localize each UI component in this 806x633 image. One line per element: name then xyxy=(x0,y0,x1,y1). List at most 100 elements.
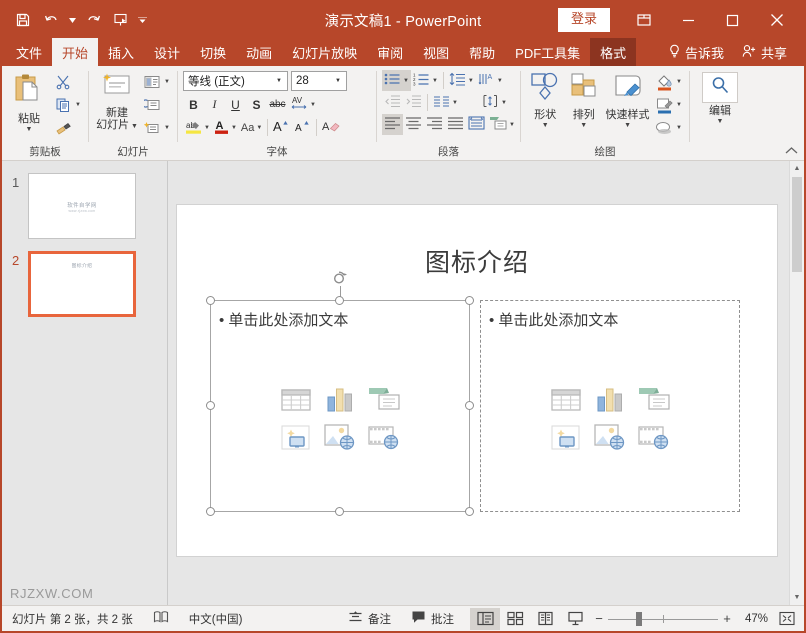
tab-slideshow[interactable]: 幻灯片放映 xyxy=(282,38,367,66)
start-slideshow-icon[interactable] xyxy=(108,7,134,33)
align-center-button[interactable] xyxy=(403,114,424,135)
highlight-dropdown-icon[interactable]: ▼ xyxy=(202,125,210,131)
strikethrough-button[interactable]: abc xyxy=(267,94,288,115)
increase-font-size-button[interactable]: A xyxy=(271,117,292,138)
copy-dropdown-icon[interactable]: ▼ xyxy=(73,102,81,108)
bullets-dropdown-icon[interactable]: ▼ xyxy=(401,78,409,84)
language-label[interactable]: 中文(中国) xyxy=(179,606,253,631)
close-icon[interactable] xyxy=(754,2,800,38)
editing-button[interactable]: 编辑 ▼ xyxy=(697,69,743,125)
align-text-button[interactable]: ▼ xyxy=(480,92,509,113)
undo-icon[interactable] xyxy=(38,7,64,33)
content-placeholder-right[interactable]: • 单击此处添加文本 xyxy=(480,300,740,512)
align-text-dropdown-icon[interactable]: ▼ xyxy=(499,100,507,106)
decrease-indent-button[interactable] xyxy=(382,92,403,113)
new-slide-dropdown-icon[interactable]: ▼ xyxy=(129,123,138,130)
font-color-dropdown-icon[interactable]: ▼ xyxy=(229,125,237,131)
share-button[interactable]: 共享 xyxy=(733,43,796,62)
list-item[interactable]: 1 软件自学网 www.rjzxw.com xyxy=(2,173,167,239)
collapse-ribbon-icon[interactable] xyxy=(785,146,798,157)
tab-home[interactable]: 开始 xyxy=(52,38,98,66)
paste-button[interactable]: 粘贴 ▼ xyxy=(7,69,51,133)
normal-view-icon[interactable] xyxy=(470,608,500,630)
resize-handle-se[interactable] xyxy=(465,507,474,516)
save-icon[interactable] xyxy=(10,7,36,33)
fit-slide-to-window-icon[interactable] xyxy=(774,608,800,630)
shape-outline-button[interactable]: ▼ xyxy=(652,94,684,116)
shape-effects-button[interactable]: ▼ xyxy=(652,117,684,139)
numbering-button[interactable]: 123 ▼ xyxy=(411,70,440,91)
arrange-dropdown-icon[interactable]: ▼ xyxy=(580,122,587,129)
cut-button[interactable] xyxy=(51,71,83,93)
list-item[interactable]: 2 图标介绍 xyxy=(2,251,167,317)
insert-video-online-icon[interactable] xyxy=(364,421,404,455)
paste-dropdown-icon[interactable]: ▼ xyxy=(26,126,33,133)
reset-button[interactable] xyxy=(140,94,172,116)
align-right-button[interactable] xyxy=(424,114,445,135)
section-dropdown-icon[interactable]: ▼ xyxy=(162,125,170,131)
clear-formatting-button[interactable]: A xyxy=(320,117,342,138)
editing-dropdown-icon[interactable]: ▼ xyxy=(717,118,724,125)
slide-thumbnail-2[interactable]: 图标介绍 xyxy=(28,251,136,317)
decrease-font-size-button[interactable]: A xyxy=(292,117,313,138)
notes-button[interactable]: 备注 xyxy=(338,606,401,631)
convert-to-smartart-button[interactable]: ▼ xyxy=(487,114,517,135)
underline-button[interactable]: U xyxy=(225,94,246,115)
layout-button[interactable]: ▼ xyxy=(140,71,172,93)
slide-title[interactable]: 图标介绍 xyxy=(177,243,777,279)
undo-dropdown-icon[interactable] xyxy=(66,7,78,33)
insert-chart-icon[interactable] xyxy=(590,383,630,417)
insert-video-online-icon[interactable] xyxy=(634,421,674,455)
columns-button[interactable]: ▼ xyxy=(431,92,460,113)
redo-icon[interactable] xyxy=(80,7,106,33)
insert-chart-icon[interactable] xyxy=(320,383,360,417)
section-button[interactable]: ▼ xyxy=(140,117,172,139)
character-spacing-button[interactable]: AV ▼ xyxy=(288,94,318,115)
zoom-level-label[interactable]: 47% xyxy=(736,613,774,625)
tab-pdf-tools[interactable]: PDF工具集 xyxy=(505,38,590,66)
insert-picture-online-icon[interactable] xyxy=(320,421,360,455)
layout-dropdown-icon[interactable]: ▼ xyxy=(162,79,170,85)
shape-effects-dropdown-icon[interactable]: ▼ xyxy=(674,125,682,131)
line-spacing-dropdown-icon[interactable]: ▼ xyxy=(466,78,474,84)
smartart-dropdown-icon[interactable]: ▼ xyxy=(507,122,515,128)
resize-handle-s[interactable] xyxy=(335,507,344,516)
tab-help[interactable]: 帮助 xyxy=(459,38,505,66)
numbering-dropdown-icon[interactable]: ▼ xyxy=(430,78,438,84)
shape-fill-dropdown-icon[interactable]: ▼ xyxy=(674,79,682,85)
slide-canvas[interactable]: 图标介绍 • 单击此处添加文本 xyxy=(168,161,804,605)
resize-handle-nw[interactable] xyxy=(206,296,215,305)
arrange-button[interactable]: 排列 ▼ xyxy=(565,69,604,129)
insert-picture-online-icon[interactable] xyxy=(590,421,630,455)
insert-table-icon[interactable] xyxy=(546,383,586,417)
justify-button[interactable] xyxy=(445,114,466,135)
distributed-button[interactable] xyxy=(466,114,487,135)
insert-3d-model-icon[interactable] xyxy=(276,421,316,455)
text-direction-dropdown-icon[interactable]: ▼ xyxy=(495,78,503,84)
maximize-icon[interactable] xyxy=(710,2,754,38)
font-color-button[interactable]: A ▼ xyxy=(212,117,239,138)
insert-table-icon[interactable] xyxy=(276,383,316,417)
align-left-button[interactable] xyxy=(382,114,403,135)
tab-format[interactable]: 格式 xyxy=(590,38,636,66)
comments-button[interactable]: 批注 xyxy=(401,606,464,631)
new-slide-button[interactable]: 新建 幻灯片 ▼ xyxy=(94,69,140,131)
shapes-button[interactable]: 形状 ▼ xyxy=(526,69,565,129)
italic-button[interactable]: I xyxy=(204,94,225,115)
slide-thumbnail-1[interactable]: 软件自学网 www.rjzxw.com xyxy=(28,173,136,239)
zoom-slider-handle[interactable] xyxy=(636,612,642,626)
columns-dropdown-icon[interactable]: ▼ xyxy=(450,100,458,106)
text-highlight-button[interactable]: ab ▼ xyxy=(183,117,212,138)
customize-qat-icon[interactable] xyxy=(136,7,148,33)
tell-me-button[interactable]: 告诉我 xyxy=(659,43,733,62)
minimize-icon[interactable] xyxy=(666,2,710,38)
copy-button[interactable]: ▼ xyxy=(51,94,83,116)
resize-handle-w[interactable] xyxy=(206,401,215,410)
resize-handle-n[interactable] xyxy=(335,296,344,305)
zoom-in-button[interactable]: + xyxy=(718,611,736,626)
resize-handle-e[interactable] xyxy=(465,401,474,410)
insert-smartart-icon[interactable] xyxy=(634,383,674,417)
resize-handle-ne[interactable] xyxy=(465,296,474,305)
slide-sorter-icon[interactable] xyxy=(500,608,530,630)
quick-styles-button[interactable]: 快速样式 ▼ xyxy=(603,69,652,129)
